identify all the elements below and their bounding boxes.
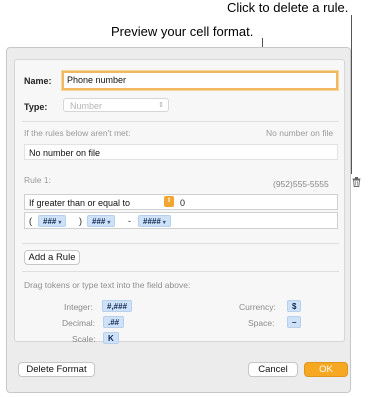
rules-not-met-label: If the rules below aren't met:	[24, 128, 131, 138]
custom-format-dialog: Name: Phone number Type: Number ⇕ If the…	[6, 47, 361, 393]
chevron-down-icon: ▾	[162, 220, 166, 226]
divider-3	[22, 271, 339, 272]
divider-2	[22, 243, 339, 244]
rules-not-met-input[interactable]: No number on file	[24, 144, 338, 160]
divider-1	[22, 121, 339, 122]
type-popup[interactable]: Number ⇕	[63, 98, 169, 112]
integer-label: Integer:	[64, 302, 93, 312]
line-number-token-text: ####	[143, 217, 161, 226]
scale-token[interactable]: K	[103, 332, 119, 344]
integer-token[interactable]: #,###	[102, 300, 133, 312]
token-dash: -	[128, 216, 131, 226]
type-popup-value: Number	[70, 101, 103, 111]
chevron-down-icon: ▾	[107, 220, 111, 226]
name-input[interactable]: Phone number	[62, 71, 338, 90]
currency-token[interactable]: $	[287, 300, 302, 312]
name-label: Name:	[24, 76, 52, 86]
rule1-threshold[interactable]: 0	[180, 198, 185, 208]
currency-label: Currency:	[239, 302, 276, 312]
rule1-condition[interactable]: If greater than or equal to	[29, 198, 130, 208]
rule1-preview: (952)555-5555	[273, 179, 329, 189]
chevron-down-icon: ▾	[58, 220, 62, 226]
rules-not-met-preview: No number on file	[266, 128, 334, 138]
type-label: Type:	[24, 102, 48, 112]
add-rule-button[interactable]: Add a Rule	[24, 250, 80, 265]
area-code-token[interactable]: ### ▾	[38, 215, 67, 227]
space-label: Space:	[248, 318, 275, 328]
callout-delete-rule: Click to delete a rule.	[227, 0, 349, 15]
rule1-format-field[interactable]	[24, 212, 338, 229]
screenshot-stage: Click to delete a rule. Preview your cel…	[0, 0, 377, 397]
callout-line-delete	[351, 15, 352, 174]
token-close-paren: )	[79, 216, 82, 226]
cancel-button[interactable]: Cancel	[248, 362, 298, 377]
prefix-token-text: ###	[92, 217, 106, 226]
rule1-label: Rule 1:	[24, 175, 51, 185]
condition-popup-arrow-icon[interactable]: ⇕	[164, 196, 174, 207]
decimal-token[interactable]: .##	[103, 316, 125, 328]
delete-format-button[interactable]: Delete Format	[18, 362, 95, 377]
ok-button[interactable]: OK	[304, 362, 348, 377]
token-open-paren: (	[29, 216, 32, 226]
prefix-token[interactable]: ### ▾	[87, 215, 116, 227]
format-panel: Name: Phone number Type: Number ⇕ If the…	[14, 59, 361, 344]
space-token[interactable]: –	[287, 316, 302, 328]
chevron-updown-icon: ⇕	[158, 102, 164, 109]
trash-icon[interactable]	[352, 177, 361, 187]
scale-label: Scale:	[72, 334, 96, 344]
line-number-token[interactable]: #### ▾	[138, 215, 171, 227]
callout-preview: Preview your cell format.	[111, 24, 254, 39]
tokens-help-text: Drag tokens or type text into the field …	[24, 280, 191, 290]
decimal-label: Decimal:	[62, 318, 96, 328]
area-code-token-text: ###	[43, 217, 57, 226]
